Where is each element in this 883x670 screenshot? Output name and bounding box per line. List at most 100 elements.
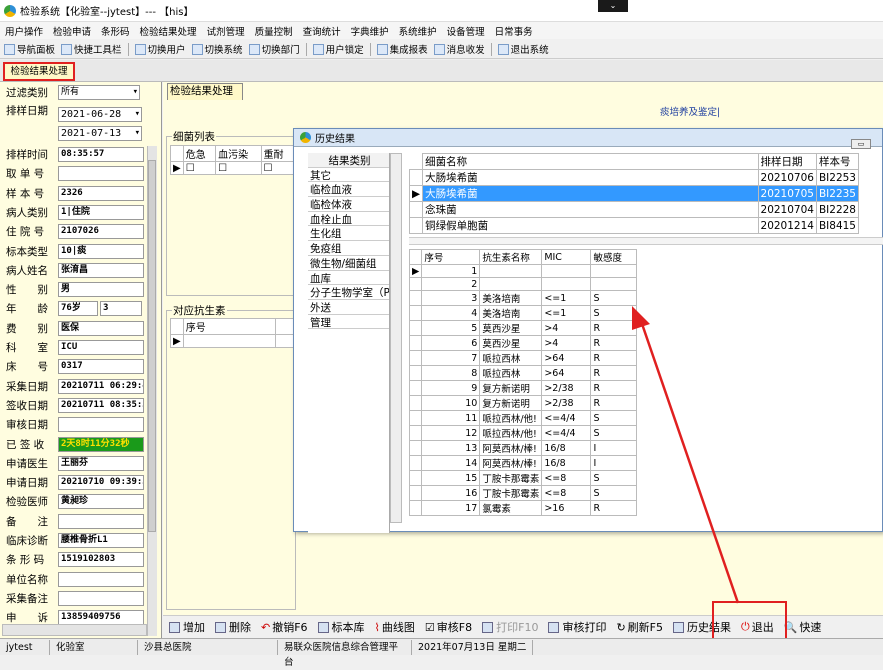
field-value[interactable]: 张淯昌 [58, 262, 144, 278]
table-row[interactable]: 8 哌拉西林 >64 R [408, 365, 637, 381]
menu-item[interactable]: 条形码 [96, 24, 135, 38]
table-row[interactable]: 12 哌拉西林/他! <=4/4 S [408, 425, 637, 441]
left-hscrollbar[interactable] [2, 624, 147, 636]
category-item[interactable]: 分子生物学室（P [308, 285, 389, 300]
switch-user-button[interactable]: 切换用户 [134, 42, 186, 56]
table-row[interactable]: 15 丁胺卡那霉素 <=8 S [408, 470, 637, 486]
menu-item[interactable]: 质量控制 [250, 24, 298, 38]
table-row[interactable]: 10 复方新诺明 >2/38 R [408, 395, 637, 411]
menu-item[interactable]: 试剂管理 [202, 24, 250, 38]
review-button[interactable]: ☑ 审核F8 [425, 619, 472, 635]
category-item[interactable]: 外送 [308, 300, 389, 315]
minimize-icon[interactable]: ▭ [851, 139, 871, 149]
col-header[interactable]: 排样日期 [757, 153, 817, 170]
col-header[interactable]: 样本号 [815, 153, 860, 170]
nav-panel-button[interactable]: 导航面板 [4, 42, 55, 56]
date-from-picker[interactable]: 2021-06-28 [58, 107, 142, 122]
field-value[interactable]: ICU [58, 340, 144, 355]
col-header[interactable]: 血污染 [215, 145, 262, 162]
menu-item[interactable]: 设备管理 [442, 24, 490, 38]
field-value[interactable]: 76岁 [58, 301, 98, 317]
field-value[interactable] [58, 571, 144, 587]
field-value[interactable]: 20210711 06:29:4 [58, 378, 144, 394]
col-header[interactable]: 敏感度 [590, 249, 637, 265]
menu-item[interactable]: 查询统计 [298, 24, 346, 38]
category-list[interactable]: 结果类别 其它 临检血液 临检体液 血栓止血 生化组 免疫组 微生物/细菌组 血库 分子生物学室… [308, 153, 390, 533]
add-button[interactable]: 增加 [169, 619, 205, 635]
switch-dept-button[interactable]: 切换部门 [248, 42, 300, 56]
field-value[interactable] [58, 417, 144, 433]
specimen-library-button[interactable]: 标本库 [317, 619, 365, 635]
field-value[interactable]: 医保 [58, 320, 144, 336]
field-value[interactable] [58, 513, 144, 529]
col-header[interactable]: 重耐 [260, 145, 295, 162]
left-scrollbar-thumb[interactable] [148, 160, 156, 532]
refresh-button[interactable]: ↻ 刷新F5 [616, 619, 663, 635]
field-value[interactable]: 2107026 [58, 224, 144, 240]
age-extra-field[interactable]: 3 [100, 301, 142, 317]
report-button[interactable]: 集成报表 [376, 42, 428, 56]
field-value[interactable]: 20210710 09:39:3 [58, 475, 144, 491]
table-row[interactable]: 7 哌拉西林 >64 R [408, 350, 637, 366]
history-antibiotic-grid[interactable]: 序号 抗生素名称 MIC 敏感度 ▶ 1 2 3 美洛培南 <=1 S 4 美洛培南 <=1 S 5 莫西沙星 >… [408, 249, 637, 516]
filter-select[interactable]: 所有 [58, 85, 140, 100]
field-value[interactable]: 13859409756 [58, 610, 144, 626]
date-to-picker[interactable]: 2021-07-13 [58, 126, 142, 141]
col-header[interactable]: 细菌名称 [422, 153, 759, 170]
col-header[interactable]: 序号 [182, 318, 276, 335]
category-item[interactable]: 临检体液 [308, 197, 389, 212]
category-scrollbar[interactable] [390, 153, 402, 523]
close-icon[interactable]: ⌄ [598, 0, 628, 12]
print-button[interactable]: 打印F10 [482, 619, 538, 635]
category-item[interactable]: 血栓止血 [308, 212, 389, 227]
col-header[interactable]: MIC [541, 249, 592, 265]
field-value[interactable]: 黄昶珍 [58, 494, 144, 510]
table-row[interactable]: 2 [408, 277, 637, 291]
lock-user-button[interactable]: 用户锁定 [312, 42, 364, 56]
history-bacteria-grid[interactable]: 细菌名称 排样日期 样本号 大肠埃希菌 20210706 BI2253 ▶ 大肠埃希菌 2021… [408, 153, 860, 234]
field-value[interactable]: 腰椎骨折L1 [58, 533, 144, 548]
category-item[interactable]: 免疫组 [308, 241, 389, 256]
table-row[interactable]: 14 阿莫西林/棒! 16/8 I [408, 455, 637, 471]
field-value[interactable] [58, 590, 144, 606]
checkbox[interactable]: ☐ [260, 161, 295, 175]
menu-item[interactable]: 字典维护 [346, 24, 394, 38]
table-row[interactable]: 5 莫西沙星 >4 R [408, 320, 637, 336]
field-value[interactable]: 王丽芬 [58, 455, 144, 471]
review-print-button[interactable]: 审核打印 [548, 619, 606, 635]
col-header[interactable]: 序号 [421, 249, 481, 265]
subtab-result[interactable]: 检验结果处理 [167, 83, 243, 100]
table-row[interactable]: ▶ 大肠埃希菌 20210705 BI2235 [408, 185, 860, 202]
table-row[interactable]: 16 丁胺卡那霉素 <=8 S [408, 485, 637, 501]
menu-item[interactable]: 检验申请 [48, 24, 96, 38]
field-value[interactable]: 男 [58, 282, 144, 298]
table-row[interactable]: 9 复方新诺明 >2/38 R [408, 380, 637, 396]
table-row[interactable]: 大肠埃希菌 20210706 BI2253 [408, 169, 860, 186]
quick-toolbar-button[interactable]: 快捷工具栏 [61, 42, 122, 56]
menu-item[interactable]: 系统维护 [394, 24, 442, 38]
field-value[interactable]: 20210711 08:35:3 [58, 397, 144, 413]
category-item[interactable]: 微生物/细菌组 [308, 256, 389, 271]
field-value[interactable]: 1519102803 [58, 552, 144, 568]
curve-chart-button[interactable]: ⌇ 曲线图 [375, 619, 415, 635]
field-value[interactable]: 08:35:57 [58, 147, 144, 162]
table-row[interactable]: 铜绿假单胞菌 20201214 BI8415 [408, 217, 860, 234]
exit-system-button[interactable]: 退出系统 [497, 42, 549, 56]
checkbox[interactable]: ☐ [215, 161, 262, 175]
col-header[interactable]: 抗生素名称 [479, 249, 543, 265]
delete-button[interactable]: 删除 [215, 619, 251, 635]
tab-result-processing[interactable]: 检验结果处理 [3, 62, 75, 81]
category-item[interactable]: 生化组 [308, 226, 389, 242]
col-header[interactable]: 危急 [182, 145, 217, 162]
splitter[interactable] [409, 237, 883, 245]
field-value[interactable]: 0317 [58, 359, 144, 375]
menu-item[interactable]: 用户操作 [0, 24, 48, 38]
table-row[interactable]: 11 哌拉西林/他! <=4/4 S [408, 410, 637, 426]
table-row[interactable]: 念珠菌 20210704 BI2228 [408, 201, 860, 218]
field-value[interactable]: 10|痰 [58, 243, 144, 259]
category-item[interactable]: 临检血液 [308, 182, 389, 198]
table-row[interactable]: 13 阿莫西林/棒! 16/8 I [408, 440, 637, 456]
menu-item[interactable]: 检验结果处理 [135, 24, 202, 38]
field-value[interactable]: 1|住院 [58, 204, 144, 220]
undo-button[interactable]: ↶ 撤销F6 [261, 619, 308, 635]
